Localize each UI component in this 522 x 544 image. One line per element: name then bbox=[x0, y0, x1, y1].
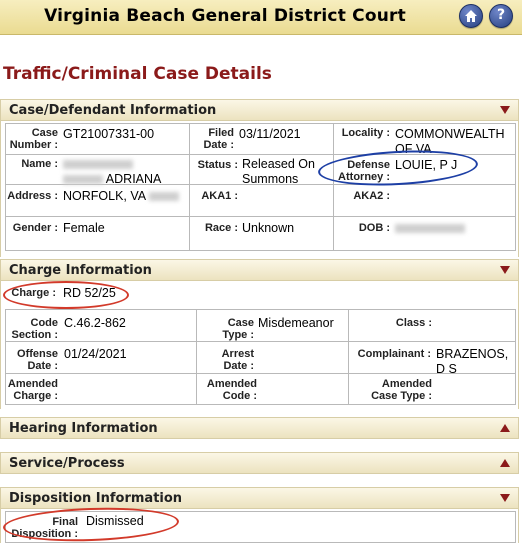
name-label: Name : bbox=[21, 158, 58, 170]
expand-arrow-icon[interactable] bbox=[500, 424, 510, 432]
name-value: ADRIANA bbox=[63, 157, 183, 187]
help-button[interactable]: ? bbox=[489, 4, 513, 28]
page-title: Traffic/Criminal Case Details bbox=[3, 64, 272, 84]
collapse-arrow-icon[interactable] bbox=[500, 266, 510, 274]
filed-date-label: Filed Date : bbox=[203, 127, 234, 151]
help-icon: ? bbox=[496, 7, 506, 23]
redacted-name bbox=[63, 160, 133, 170]
case-grid: Case Number : GT21007331-00 Filed Date :… bbox=[5, 123, 516, 251]
complainant-value: BRAZENOS, D S bbox=[436, 347, 509, 376]
case-number-value: GT21007331-00 bbox=[63, 127, 155, 141]
status-label: Status : bbox=[197, 159, 238, 171]
code-section-value: C.46.2-862 bbox=[64, 316, 126, 330]
offense-date-value: 01/24/2021 bbox=[64, 347, 127, 361]
charge-grid: Code Section : C.46.2-862 Case Type : Mi… bbox=[5, 309, 516, 405]
offense-date-label: Offense Date : bbox=[17, 348, 58, 372]
section-title: Case/Defendant Information bbox=[9, 103, 217, 118]
charge-highlight bbox=[3, 281, 129, 309]
charge-section-header[interactable]: Charge Information bbox=[0, 259, 519, 281]
section-title: Disposition Information bbox=[9, 491, 183, 506]
aka2-label: AKA2 : bbox=[353, 190, 390, 202]
gender-value: Female bbox=[63, 221, 105, 235]
race-value: Unknown bbox=[242, 221, 295, 235]
home-button[interactable] bbox=[459, 4, 483, 28]
hearing-section-header[interactable]: Hearing Information bbox=[0, 417, 519, 439]
section-title: Charge Information bbox=[9, 263, 152, 278]
first-name: ADRIANA bbox=[105, 172, 162, 186]
dob-label: DOB : bbox=[358, 222, 390, 234]
disposition-section-header[interactable]: Disposition Information bbox=[0, 487, 519, 509]
collapse-arrow-icon[interactable] bbox=[500, 494, 510, 502]
arrest-date-label: Arrest Date : bbox=[221, 348, 254, 372]
race-label: Race : bbox=[204, 222, 238, 234]
gender-label: Gender : bbox=[12, 222, 58, 234]
code-section-label: Code Section : bbox=[11, 317, 58, 341]
redacted-zip bbox=[148, 192, 179, 202]
aka1-label: AKA1 : bbox=[201, 190, 238, 202]
amended-charge-label: Amended Charge : bbox=[7, 378, 58, 402]
case-defendant-section-header[interactable]: Case/Defendant Information bbox=[0, 99, 519, 121]
redacted-dob bbox=[395, 224, 465, 234]
redacted-name bbox=[63, 175, 103, 185]
amended-code-label: Amended Code : bbox=[206, 378, 257, 402]
complainant-label: Complainant : bbox=[357, 348, 431, 360]
filed-date-value: 03/11/2021 bbox=[239, 127, 301, 141]
court-title: Virginia Beach General District Court bbox=[44, 6, 406, 26]
section-title: Service/Process bbox=[9, 456, 125, 471]
service-process-section-header[interactable]: Service/Process bbox=[0, 452, 519, 474]
locality-label: Locality : bbox=[341, 127, 390, 139]
dob-value bbox=[395, 221, 465, 236]
header-bar: Virginia Beach General District Court ? bbox=[0, 0, 522, 35]
address-value: NORFOLK, VA bbox=[63, 189, 179, 204]
expand-arrow-icon[interactable] bbox=[500, 459, 510, 467]
case-defendant-section-body: Case Number : GT21007331-00 Filed Date :… bbox=[0, 121, 519, 257]
collapse-arrow-icon[interactable] bbox=[500, 106, 510, 114]
home-icon bbox=[465, 10, 477, 22]
case-type-value: Misdemeanor bbox=[258, 316, 334, 330]
address-label: Address : bbox=[7, 190, 58, 202]
amended-case-type-label: Amended Case Type : bbox=[371, 378, 432, 402]
case-type-label: Case Type : bbox=[222, 317, 254, 341]
address-text: NORFOLK, VA bbox=[63, 189, 146, 203]
section-title: Hearing Information bbox=[9, 421, 158, 436]
case-number-label: Case Number : bbox=[9, 127, 58, 151]
class-label: Class : bbox=[395, 317, 432, 329]
